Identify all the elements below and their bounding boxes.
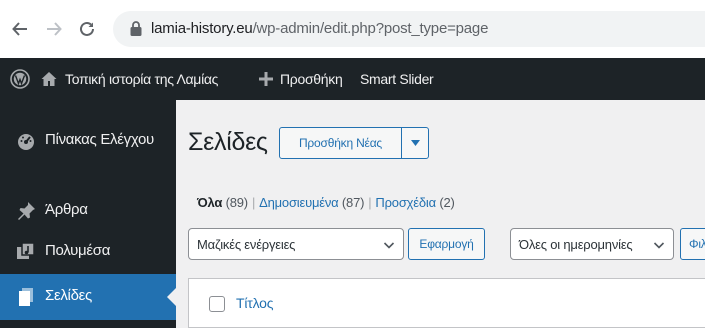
forward-button[interactable] [42,17,66,41]
reload-button[interactable] [75,17,99,41]
new-content-button[interactable]: Προσθήκη [258,58,343,100]
url-text: lamia-history.eu/wp-admin/edit.php?post_… [151,20,488,38]
title-column-header[interactable]: Τίτλος [236,295,274,311]
filter-separator: | [368,195,372,210]
filter-published-label: Δημοσιευμένα [259,195,339,210]
forward-arrow-icon [47,22,62,36]
filter-drafts-label: Προσχέδια [375,195,436,210]
page-icon [19,288,33,306]
chevron-down-icon [653,242,665,249]
new-content-label: Προσθήκη [280,71,343,87]
sidebar-item-dashboard[interactable]: Πίνακας Ελέγχου [0,118,176,164]
media-icon [17,242,35,259]
reload-icon [80,21,94,36]
main-content: Σελίδες Προσθήκη Νέας Όλα (89) | Δημοσιευμ… [176,100,705,328]
wp-admin-bar: Τοπική ιστορία της Λαμίας Προσθήκη Smart… [0,58,705,100]
filter-button[interactable]: Φιλτράρισμα [680,228,705,260]
back-arrow-icon [12,22,27,36]
dashboard-icon [18,134,34,150]
browser-toolbar: lamia-history.eu/wp-admin/edit.php?post_… [0,0,705,58]
filter-all-link[interactable]: Όλα (89) [197,195,248,210]
filter-separator: | [251,195,256,210]
page-title: Σελίδες [188,128,268,156]
sidebar-item-label: Πολυμέσα [45,242,111,259]
filter-all-label: Όλα [197,195,223,210]
sidebar-item-label: Σελίδες [45,287,92,304]
select-all-checkbox[interactable] [209,296,225,312]
site-name-link[interactable]: Τοπική ιστορία της Λαμίας [40,58,218,100]
back-button[interactable] [8,17,32,41]
sidebar-item-media[interactable]: Πολυμέσα [0,229,176,275]
bulk-actions-select[interactable]: Μαζικές ενέργειες [188,228,404,260]
address-bar[interactable]: lamia-history.eu/wp-admin/edit.php?post_… [113,11,705,47]
site-name: Τοπική ιστορία της Λαμίας [65,71,219,87]
lock-icon [130,21,142,36]
plus-icon [259,72,273,86]
sidebar-item-label: Άρθρα [45,201,88,218]
apply-button[interactable]: Εφαρμογή [408,228,485,260]
sidebar-item-label: Πίνακας Ελέγχου [45,131,154,148]
filter-drafts-link[interactable]: Προσχέδια (2) [375,195,454,210]
smart-slider-label: Smart Slider [360,71,434,87]
filter-drafts-count: (2) [439,195,455,210]
date-filter-select[interactable]: Όλες οι ημερομηνίες [510,228,674,260]
sidebar-item-pages[interactable]: Σελίδες [0,274,177,320]
add-new-page-button[interactable]: Προσθήκη Νέας [279,127,402,159]
filter-all-count: (89) [225,195,249,210]
pages-table-header: Τίτλος [188,278,705,328]
status-filter-links: Όλα (89) | Δημοσιευμένα (87) | Προσχέδια (2) [197,195,455,210]
add-new-dropdown-toggle[interactable] [401,127,429,159]
pin-icon [18,202,35,220]
url-path: /wp-admin/edit.php?post_type=page [252,20,489,37]
filter-published-count: (87) [341,195,365,210]
date-filter-value: Όλες οι ημερομηνίες [519,236,633,252]
home-icon [41,72,57,86]
sidebar-item-posts[interactable]: Άρθρα [0,188,176,234]
filter-published-link[interactable]: Δημοσιευμένα (87) [259,195,364,210]
wordpress-logo-icon [10,69,30,89]
bulk-actions-value: Μαζικές ενέργειες [197,236,296,252]
chevron-down-icon [383,242,395,249]
smart-slider-link[interactable]: Smart Slider [360,58,434,100]
admin-sidebar: Πίνακας Ελέγχου Άρθρα Πολυμέσα Σελίδες [0,100,177,328]
wp-logo-button[interactable] [10,58,30,100]
caret-down-icon [410,140,420,146]
url-domain: lamia-history.eu [151,20,253,37]
